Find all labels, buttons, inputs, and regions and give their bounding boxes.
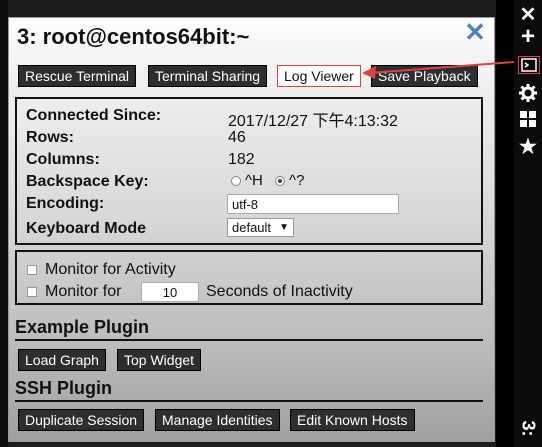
keyboard-mode-value: default <box>232 220 272 235</box>
monitor-inactivity-row: Monitor for <box>27 283 121 301</box>
monitor-inactivity-suffix: Seconds of Inactivity <box>206 283 353 300</box>
backspace-ctrl-question-label: ^? <box>289 172 305 189</box>
encoding-label: Encoding: <box>26 195 105 212</box>
connected-since-value: 2017/12/27 下午4:13:32 <box>228 113 398 130</box>
monitor-activity-label: Monitor for Activity <box>45 261 176 278</box>
save-playback-button[interactable]: Save Playback <box>371 65 478 87</box>
edit-known-hosts-button[interactable]: Edit Known Hosts <box>290 409 415 431</box>
manage-identities-button[interactable]: Manage Identities <box>155 409 280 431</box>
terminal-backdrop <box>0 0 8 447</box>
backspace-key-options: ^H ^? <box>231 172 304 189</box>
top-widget-button[interactable]: Top Widget <box>117 349 202 371</box>
terminal-sharing-button[interactable]: Terminal Sharing <box>148 65 268 87</box>
inactivity-seconds-input[interactable] <box>141 282 199 302</box>
backspace-ctrl-h-radio[interactable] <box>231 176 241 187</box>
terminal-number-label: 3: <box>518 420 539 437</box>
plus-icon[interactable]: + <box>514 25 542 49</box>
columns-value: 182 <box>228 151 255 168</box>
terminal-info-icon-highlight[interactable] <box>518 56 540 74</box>
encoding-input[interactable] <box>227 194 399 214</box>
close-icon[interactable]: ✕ <box>464 19 486 45</box>
example-plugin-heading: Example Plugin <box>15 317 483 341</box>
rescue-terminal-button[interactable]: Rescue Terminal <box>18 65 137 87</box>
log-viewer-button[interactable]: Log Viewer <box>277 65 361 87</box>
dialog-title: 3: root@centos64bit:~ <box>17 24 250 49</box>
backspace-key-label: Backspace Key: <box>26 173 149 190</box>
monitor-panel: Monitor for Activity Monitor for Seconds… <box>15 250 483 305</box>
rows-label: Rows: <box>26 129 74 146</box>
terminal-backdrop-gap <box>496 0 514 447</box>
keyboard-mode-select[interactable]: default ▼ <box>227 218 294 237</box>
terminal-info-dialog: 3: root@centos64bit:~ ✕ Rescue Terminal … <box>8 17 495 442</box>
connected-since-label: Connected Since: <box>26 107 162 124</box>
monitor-inactivity-prefix: Monitor for <box>45 283 122 300</box>
load-graph-button[interactable]: Load Graph <box>18 349 106 371</box>
gear-icon[interactable] <box>514 84 542 107</box>
monitor-activity-checkbox[interactable] <box>27 264 37 275</box>
connection-info-panel: Connected Since: 2017/12/27 下午4:13:32 Ro… <box>15 97 483 245</box>
keyboard-mode-label: Keyboard Mode <box>26 220 147 237</box>
ssh-plugin-heading: SSH Plugin <box>15 378 483 402</box>
terminal-icon <box>521 58 537 72</box>
grid-icon[interactable] <box>514 110 542 133</box>
monitor-inactivity-checkbox[interactable] <box>27 286 37 297</box>
star-icon[interactable]: ★ <box>514 134 542 159</box>
monitor-activity-row: Monitor for Activity <box>27 261 176 279</box>
columns-label: Columns: <box>26 151 100 168</box>
backspace-ctrl-h-label: ^H <box>245 172 263 189</box>
rows-value: 46 <box>228 129 246 146</box>
terminal-sidebar: ✕ + ★ 3: <box>514 0 542 447</box>
duplicate-session-button[interactable]: Duplicate Session <box>18 409 145 431</box>
chevron-down-icon: ▼ <box>279 222 289 233</box>
backspace-ctrl-question-radio[interactable] <box>275 176 286 187</box>
